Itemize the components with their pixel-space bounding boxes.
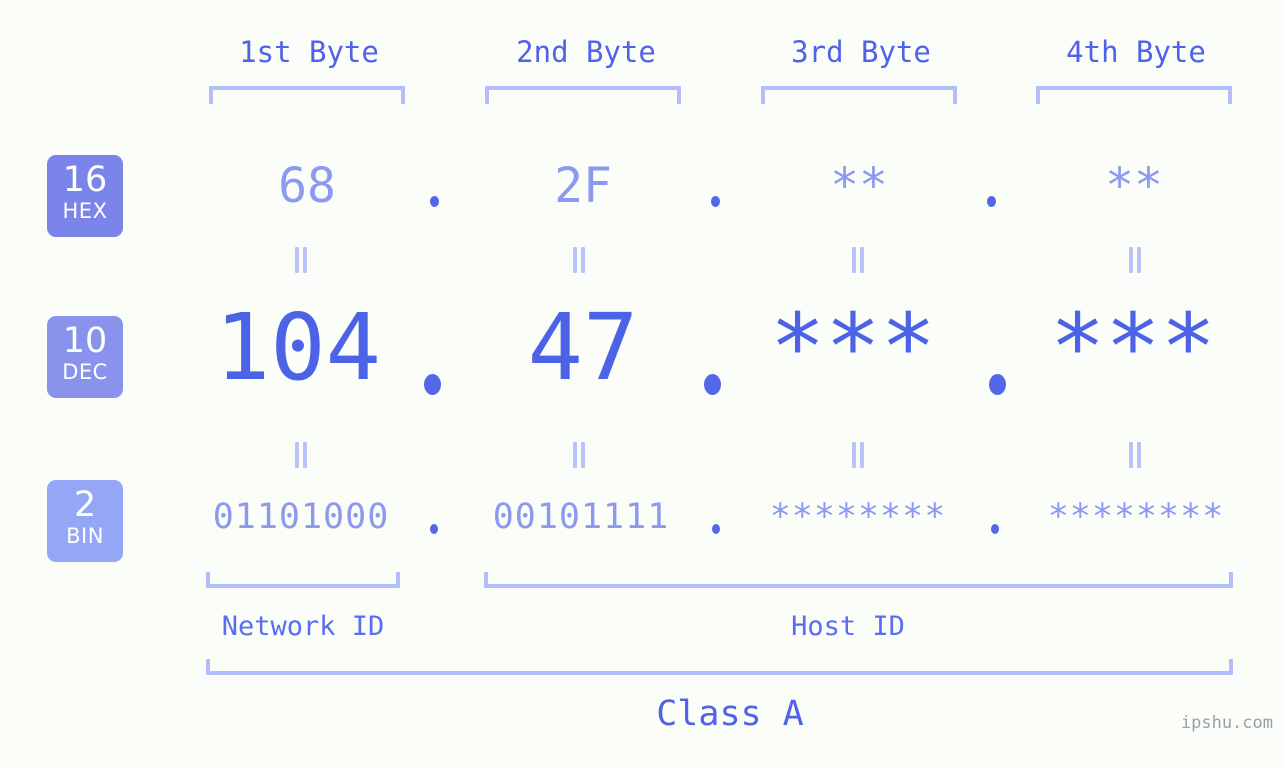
watermark: ipshu.com	[1180, 713, 1273, 733]
class-label: Class A	[656, 694, 804, 734]
class-bracket	[206, 659, 1233, 675]
bin-separator-dot-3	[991, 524, 999, 534]
base-badge-hex-number: 16	[62, 160, 108, 200]
byte-bracket-1	[209, 86, 405, 104]
equals-icon-dec-bin-2	[572, 442, 586, 468]
hex-separator-dot-2	[711, 196, 720, 207]
equals-icon-hex-dec-4	[1128, 247, 1142, 273]
dec-byte-1: 104	[214, 294, 382, 401]
host-id-label: Host ID	[791, 611, 905, 642]
bin-byte-2: 00101111	[492, 497, 670, 537]
equals-icon-hex-dec-3	[851, 247, 865, 273]
hex-byte-3: **	[830, 158, 888, 214]
dec-byte-3: ***	[769, 294, 937, 401]
bin-byte-3: ********	[769, 497, 947, 537]
base-badge-dec-name: DEC	[62, 360, 108, 384]
hex-separator-dot-3	[987, 196, 996, 207]
byte-bracket-4	[1036, 86, 1232, 104]
base-badge-bin: 2 BIN	[47, 480, 123, 562]
network-id-label: Network ID	[221, 611, 385, 642]
equals-icon-dec-bin-3	[851, 442, 865, 468]
byte-header-3-label: 3rd Byte	[791, 35, 931, 69]
byte-header-2-label: 2nd Byte	[516, 35, 656, 69]
dec-separator-dot-1	[424, 374, 441, 395]
byte-header-2: 2nd Byte	[471, 30, 701, 74]
hex-byte-2: 2F	[554, 158, 612, 214]
equals-icon-dec-bin-4	[1128, 442, 1142, 468]
byte-header-4-label: 4th Byte	[1066, 35, 1206, 69]
bin-byte-4: ********	[1047, 497, 1225, 537]
hex-separator-dot-1	[430, 196, 439, 207]
bin-separator-dot-2	[712, 524, 720, 534]
dec-separator-dot-3	[989, 374, 1006, 395]
dec-byte-4: ***	[1049, 294, 1217, 401]
host-id-bracket	[484, 572, 1233, 588]
hex-byte-1: 68	[278, 158, 336, 214]
byte-header-1-label: 1st Byte	[239, 35, 379, 69]
equals-icon-hex-dec-1	[294, 247, 308, 273]
base-badge-dec-number: 10	[62, 321, 108, 361]
dec-byte-2: 47	[527, 294, 639, 401]
bin-byte-1: 01101000	[212, 497, 390, 537]
base-badge-hex-name: HEX	[62, 199, 108, 223]
equals-icon-dec-bin-1	[294, 442, 308, 468]
byte-bracket-2	[485, 86, 681, 104]
hex-byte-4: **	[1105, 158, 1163, 214]
base-badge-bin-name: BIN	[66, 524, 104, 548]
base-badge-dec: 10 DEC	[47, 316, 123, 398]
byte-header-1: 1st Byte	[194, 30, 424, 74]
equals-icon-hex-dec-2	[572, 247, 586, 273]
base-badge-bin-number: 2	[73, 485, 97, 525]
bin-separator-dot-1	[430, 524, 438, 534]
byte-header-3: 3rd Byte	[746, 30, 976, 74]
byte-header-4: 4th Byte	[1021, 30, 1251, 74]
byte-bracket-3	[761, 86, 957, 104]
dec-separator-dot-2	[704, 374, 721, 395]
ip-address-breakdown-diagram: 1st Byte 2nd Byte 3rd Byte 4th Byte 16 H…	[0, 0, 1285, 767]
base-badge-hex: 16 HEX	[47, 155, 123, 237]
network-id-bracket	[206, 572, 400, 588]
